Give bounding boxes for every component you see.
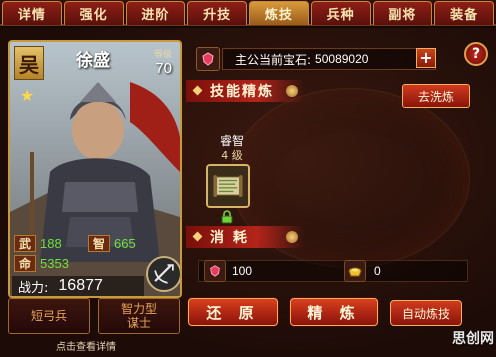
gem-icon	[210, 265, 220, 277]
stat-value-zhi: 665	[114, 235, 136, 251]
help-button[interactable]: ?	[464, 42, 488, 66]
skill-scroll-icon[interactable]	[206, 164, 250, 208]
stat-label-ming: 命	[14, 254, 36, 272]
gold-cost-icon-frame	[344, 260, 366, 282]
gem-cost-value: 100	[232, 264, 253, 278]
stat-label-zhi: 智	[88, 234, 110, 252]
power-display: 战力: 16877	[12, 276, 144, 296]
stat-row-wu-zhi: 武 188 智 665	[14, 234, 136, 252]
stat-value-ming: 5353	[40, 255, 69, 271]
details-hint[interactable]: 点击查看详情	[56, 338, 116, 353]
rivet-icon	[286, 85, 298, 97]
troop-type-label: 短弓兵	[30, 309, 67, 323]
lock-icon[interactable]	[220, 210, 234, 224]
tab-details[interactable]: 详情	[2, 1, 62, 25]
role-type-button[interactable]: 智力型 谋士	[98, 298, 180, 334]
gem-balance-bar: 主公当前宝石: 50089020	[222, 48, 436, 70]
diamond-icon	[192, 231, 203, 242]
refine-button[interactable]: 精 炼	[290, 298, 378, 326]
role-type-line1: 智力型	[120, 302, 157, 316]
diamond-icon	[192, 85, 203, 96]
power-label: 战力:	[18, 280, 49, 296]
gold-ingot-icon	[348, 267, 362, 277]
skill-level: 4 级	[221, 149, 243, 162]
site-watermark: 思创网	[452, 331, 494, 347]
auto-refine-button[interactable]: 自动炼技	[390, 300, 462, 326]
tab-equipment[interactable]: 装备	[434, 1, 494, 25]
tab-upgrade-skill[interactable]: 升技	[187, 1, 247, 25]
main-panel: 吴 ★ 徐盛 等级 70 武 188 智 665 命 5353 战力: 1687…	[0, 28, 496, 357]
star-icon: ★	[20, 86, 35, 105]
level-value: 70	[155, 60, 172, 77]
bow-icon	[146, 256, 180, 292]
tab-troops[interactable]: 兵种	[310, 1, 371, 25]
rivet-icon	[286, 231, 298, 243]
gem-icon	[202, 52, 214, 66]
gem-icon-frame	[196, 47, 220, 71]
faction-badge: 吴	[14, 46, 44, 80]
wash-button[interactable]: 去洗炼	[402, 84, 470, 108]
refine-section-header: 技能精炼	[186, 80, 304, 102]
tab-refine-skill[interactable]: 炼技	[249, 1, 309, 25]
stat-label-wu: 武	[14, 234, 36, 252]
stat-row-ming: 命 5353	[14, 254, 69, 272]
add-gem-button[interactable]: +	[416, 48, 436, 68]
gold-cost-value: 0	[374, 264, 381, 278]
role-type-line2: 谋士	[126, 316, 151, 330]
gem-label: 主公当前宝石:	[235, 52, 312, 67]
power-value: 16877	[58, 277, 103, 294]
general-card[interactable]: 吴 ★ 徐盛 等级 70 武 188 智 665 命 5353 战力: 1687…	[8, 40, 182, 298]
tab-advance[interactable]: 进阶	[125, 1, 186, 25]
level-label: 等级	[153, 50, 172, 60]
gem-value: 50089020	[315, 52, 369, 66]
restore-button[interactable]: 还 原	[188, 298, 278, 326]
tab-bar: 详情 强化 进阶 升技 炼技 兵种 副将 装备	[0, 0, 496, 26]
gem-cost-icon-frame	[204, 260, 226, 282]
tab-deputy[interactable]: 副将	[372, 1, 433, 25]
cost-section-header: 消 耗	[186, 226, 304, 248]
tab-enhance[interactable]: 强化	[63, 1, 124, 25]
stat-value-wu: 188	[40, 235, 62, 251]
cost-section-title: 消 耗	[210, 230, 249, 246]
troop-type-button[interactable]: 短弓兵	[8, 298, 90, 334]
refine-section-title: 技能精炼	[210, 84, 274, 100]
